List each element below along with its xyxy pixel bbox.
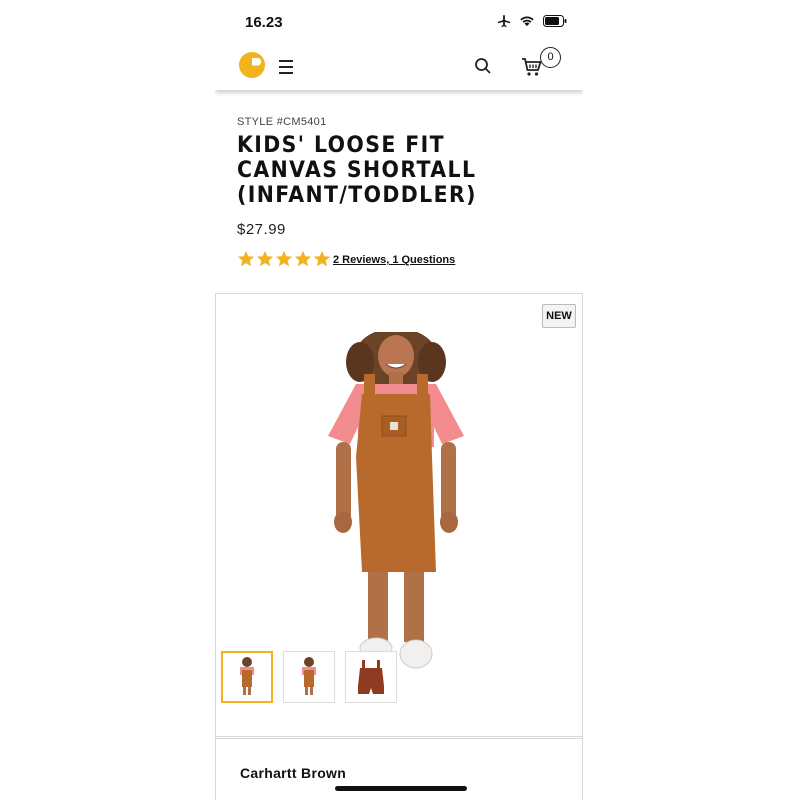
- product-hero-image[interactable]: [326, 332, 466, 692]
- reviews-link[interactable]: 2 Reviews, 1 Questions: [333, 254, 455, 266]
- menu-icon[interactable]: [279, 60, 293, 78]
- rating-stars: [237, 250, 331, 267]
- status-time: 16.23: [245, 14, 283, 31]
- thumbnail-back[interactable]: [283, 651, 335, 703]
- site-header: 0: [215, 38, 583, 90]
- phone-screen: 16.23 0 STYLE #CM5401 KIDS' LOOSE FIT CA…: [215, 0, 583, 800]
- style-number: STYLE #CM5401: [237, 116, 327, 128]
- star-icon: [313, 250, 331, 267]
- product-title: KIDS' LOOSE FIT CANVAS SHORTALL (INFANT/…: [237, 133, 477, 208]
- thumbnail-front[interactable]: [221, 651, 273, 703]
- search-icon[interactable]: [474, 57, 492, 75]
- carhartt-logo-icon[interactable]: [239, 52, 265, 78]
- home-indicator: [335, 786, 467, 791]
- airplane-icon: [497, 14, 511, 28]
- thumbnail-strip: [221, 651, 397, 703]
- new-badge: NEW: [542, 304, 576, 328]
- thumbnail-flat[interactable]: [345, 651, 397, 703]
- product-price: $27.99: [237, 221, 286, 238]
- star-icon: [256, 250, 274, 267]
- status-icons: [497, 14, 567, 28]
- product-image-card: NEW: [215, 293, 583, 739]
- star-icon: [237, 250, 255, 267]
- color-label: Carhartt Brown: [240, 765, 347, 781]
- star-icon: [294, 250, 312, 267]
- battery-icon: [543, 15, 567, 27]
- star-icon: [275, 250, 293, 267]
- cart-count-badge[interactable]: 0: [540, 47, 561, 68]
- wifi-icon: [520, 16, 534, 26]
